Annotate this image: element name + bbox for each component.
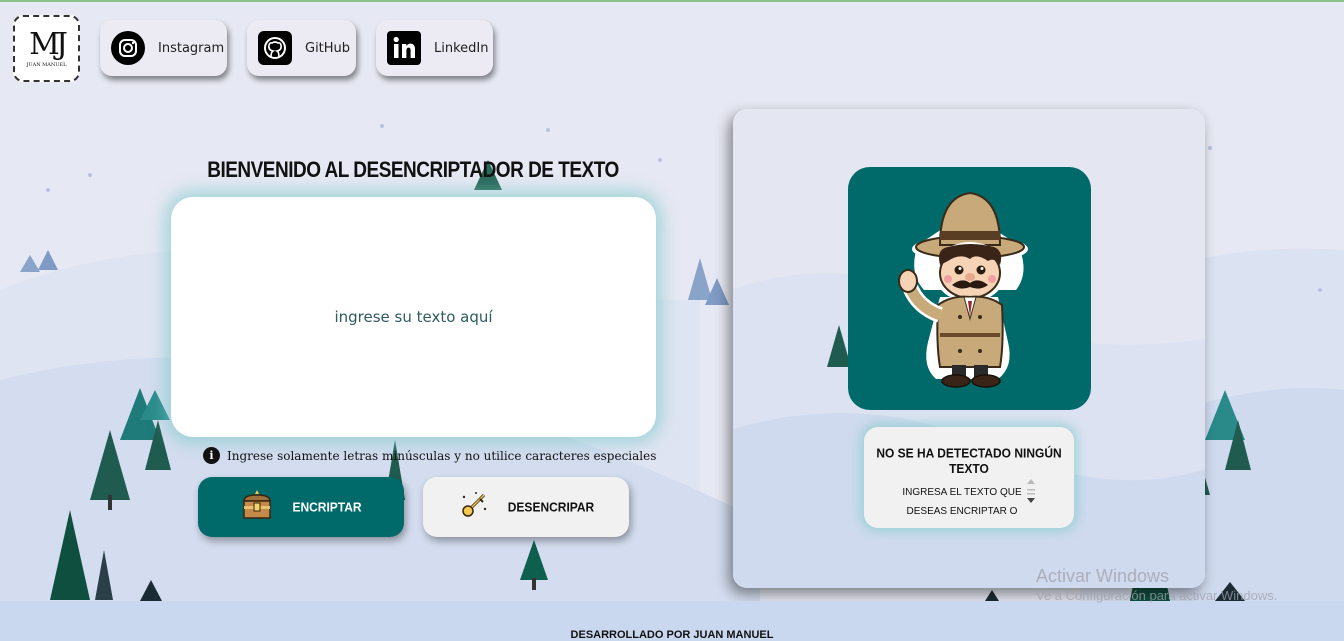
info-icon: i (203, 447, 220, 464)
encrypt-button[interactable]: ENCRIPTAR (198, 477, 404, 537)
output-message-card: NO SE HA DETECTADO NINGÚN TEXTO INGRESA … (864, 427, 1074, 528)
treasure-chest-icon (240, 488, 274, 526)
decrypt-label: DESENCRIPAR (507, 499, 595, 515)
info-note: i Ingrese solamente letras minúsculas y … (203, 447, 656, 464)
github-label: GitHub (305, 40, 351, 56)
footer: DESARROLLADO POR JUAN MANUEL (0, 601, 1344, 641)
linkedin-link[interactable]: LinkedIn (376, 20, 493, 76)
encrypt-label: ENCRIPTAR (292, 499, 362, 515)
site-logo[interactable]: MJ JUAN MANUEL (13, 15, 80, 82)
decrypt-button[interactable]: DESENCRIPAR (423, 477, 629, 537)
output-body: INGRESA EL TEXTO QUE DESEAS ENCRIPTAR O (902, 487, 1022, 517)
logo-monogram: MJ (29, 26, 68, 62)
watermark-title: Activar Windows (1036, 566, 1170, 586)
windows-activation-watermark: Activar Windows Ve a Configuración para … (1036, 566, 1277, 603)
linkedin-label: LinkedIn (434, 40, 489, 56)
output-scrollbar[interactable] (1026, 477, 1036, 507)
linkedin-icon (386, 30, 422, 66)
page-title: BIENVENIDO AL DESENCRIPTADOR DE TEXTO (207, 158, 619, 183)
input-placeholder: ingrese su texto aquí (334, 308, 493, 326)
magic-key-icon (458, 489, 490, 525)
github-icon (257, 30, 293, 66)
instagram-link[interactable]: Instagram (100, 20, 227, 76)
instagram-icon (110, 30, 146, 66)
instagram-label: Instagram (158, 40, 225, 56)
text-input[interactable]: ingrese su texto aquí (171, 197, 656, 437)
logo-caption: JUAN MANUEL (26, 61, 67, 68)
footer-text: DESARROLLADO POR JUAN MANUEL (570, 629, 774, 641)
watermark-subtitle: Ve a Configuración para activar Windows. (1036, 588, 1278, 603)
output-heading: NO SE HA DETECTADO NINGÚN TEXTO (876, 445, 1062, 477)
detective-illustration (848, 167, 1091, 410)
github-link[interactable]: GitHub (247, 20, 356, 76)
info-text: Ingrese solamente letras minúsculas y no… (227, 448, 657, 463)
